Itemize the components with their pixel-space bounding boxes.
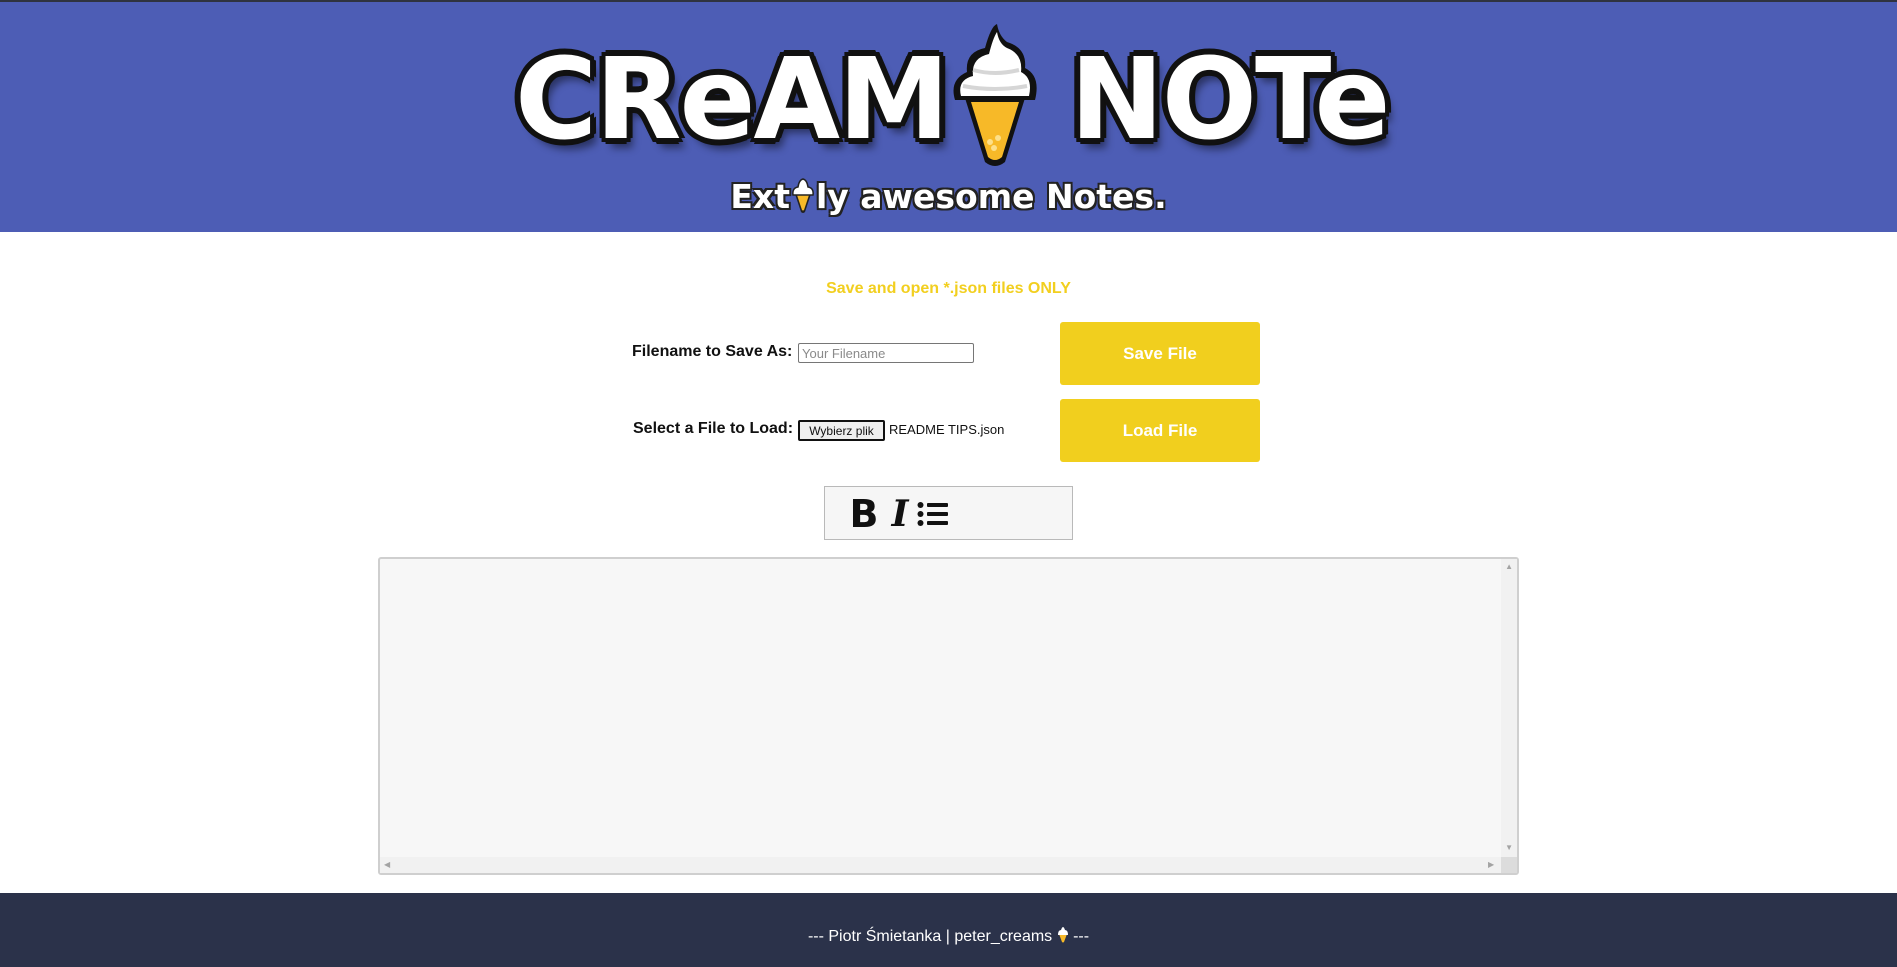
italic-button[interactable]: I: [887, 493, 913, 535]
editor-content[interactable]: [386, 565, 1495, 851]
tagline: Ext ly awesome Notes.: [0, 177, 1897, 216]
ice-cream-icon: [1057, 927, 1068, 943]
tagline-start: Ext: [730, 177, 790, 216]
note-editor[interactable]: ▲ ▼ ◀ ▶: [378, 557, 1519, 875]
logo-word-cream: CReAM: [515, 35, 950, 165]
vertical-scrollbar[interactable]: ▲ ▼: [1501, 559, 1517, 859]
ice-cream-icon: [953, 24, 1037, 166]
filename-label: Filename to Save As:: [632, 343, 793, 360]
filename-input[interactable]: [798, 343, 974, 363]
scroll-right-icon[interactable]: ▶: [1488, 861, 1494, 869]
list-icon: [917, 502, 948, 526]
footer-credits-end: ---: [1073, 928, 1090, 945]
footer: --- Piotr Śmietanka | peter_creams ---: [0, 893, 1897, 967]
scroll-left-icon[interactable]: ◀: [384, 861, 390, 869]
scroll-down-icon[interactable]: ▼: [1505, 844, 1513, 852]
header: CReAM NOTe Ext ly awesome Notes.: [0, 0, 1897, 232]
bullet-list-button[interactable]: [915, 495, 951, 533]
file-type-notice: Save and open *.json files ONLY: [826, 280, 1071, 297]
horizontal-scrollbar[interactable]: ◀ ▶: [380, 857, 1501, 873]
ice-cream-icon: [792, 178, 814, 213]
footer-credits-start: --- Piotr Śmietanka | peter_creams: [807, 928, 1053, 945]
logo: CReAM NOTe: [515, 20, 1390, 170]
load-file-label: Select a File to Load:: [633, 420, 794, 437]
scrollbar-corner: [1501, 857, 1517, 873]
tagline-end: ly awesome Notes.: [815, 177, 1167, 216]
load-file-button[interactable]: Load File: [1060, 399, 1260, 462]
formatting-toolbar: B I: [824, 486, 1073, 540]
save-file-button[interactable]: Save File: [1060, 322, 1260, 385]
footer-credits: --- Piotr Śmietanka | peter_creams ---: [0, 927, 1897, 946]
choose-file-button[interactable]: Wybierz plik: [798, 420, 885, 441]
scroll-up-icon[interactable]: ▲: [1505, 563, 1513, 571]
bold-button[interactable]: B: [847, 492, 881, 536]
selected-file-name: README TIPS.json: [889, 422, 1005, 437]
logo-word-note: NOTe: [1070, 35, 1390, 165]
